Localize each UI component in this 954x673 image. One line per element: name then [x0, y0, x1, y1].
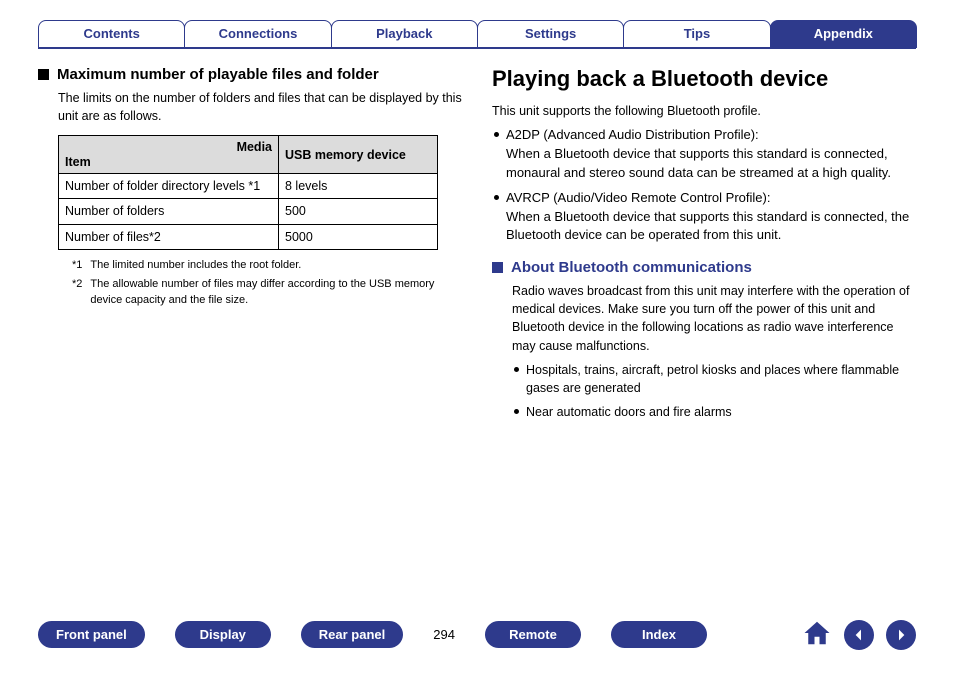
footnotes: *1 The limited number includes the root …: [58, 258, 462, 309]
footnote-text: The allowable number of files may differ…: [90, 277, 462, 309]
row-item: Number of files*2: [59, 224, 279, 249]
square-bullet-icon: [492, 262, 503, 273]
table-row: Number of folders 500: [59, 199, 438, 224]
page-number: 294: [433, 627, 455, 642]
profile-desc: When a Bluetooth device that supports th…: [506, 146, 891, 180]
index-button[interactable]: Index: [611, 621, 707, 648]
spec-table: Media Item USB memory device Number of f…: [58, 135, 438, 249]
tab-connections[interactable]: Connections: [184, 20, 331, 48]
list-item: AVRCP (Audio/Video Remote Control Profil…: [492, 189, 916, 246]
profile-desc: When a Bluetooth device that supports th…: [506, 209, 909, 243]
page-title: Playing back a Bluetooth device: [492, 66, 916, 92]
next-page-icon[interactable]: [886, 620, 916, 650]
nav-icons: [802, 618, 916, 651]
front-panel-button[interactable]: Front panel: [38, 621, 145, 648]
profile-name: AVRCP (Audio/Video Remote Control Profil…: [506, 190, 770, 205]
list-item: Hospitals, trains, aircraft, petrol kios…: [512, 361, 916, 397]
footnote-text: The limited number includes the root fol…: [90, 258, 301, 274]
prev-page-icon[interactable]: [844, 620, 874, 650]
sub-list: Hospitals, trains, aircraft, petrol kios…: [512, 361, 916, 421]
table-row: Number of files*2 5000: [59, 224, 438, 249]
row-value: 8 levels: [279, 174, 438, 199]
right-column: Playing back a Bluetooth device This uni…: [492, 66, 916, 427]
sub-heading-text: About Bluetooth communications: [511, 259, 752, 276]
sub-heading: About Bluetooth communications: [492, 259, 916, 276]
square-bullet-icon: [38, 69, 49, 80]
row-item: Number of folder directory levels *1: [59, 174, 279, 199]
table-row: Number of folder directory levels *1 8 l…: [59, 174, 438, 199]
left-column: Maximum number of playable files and fol…: [38, 66, 462, 427]
section-body: The limits on the number of folders and …: [38, 89, 462, 308]
intro-text: The limits on the number of folders and …: [58, 89, 462, 125]
row-value: 5000: [279, 224, 438, 249]
display-button[interactable]: Display: [175, 621, 271, 648]
home-icon[interactable]: [802, 618, 832, 651]
item-label: Item: [65, 153, 91, 171]
tab-tips[interactable]: Tips: [623, 20, 770, 48]
footer: Front panel Display Rear panel 294 Remot…: [0, 618, 954, 651]
sub-intro: Radio waves broadcast from this unit may…: [512, 282, 916, 355]
list-item: Near automatic doors and fire alarms: [512, 403, 916, 421]
table-corner-cell: Media Item: [59, 136, 279, 174]
row-item: Number of folders: [59, 199, 279, 224]
section-title-max-files: Maximum number of playable files and fol…: [38, 66, 462, 83]
tab-playback[interactable]: Playback: [331, 20, 478, 48]
profile-name: A2DP (Advanced Audio Distribution Profil…: [506, 127, 759, 142]
footnote-mark: *1: [72, 258, 82, 274]
footnote: *1 The limited number includes the root …: [72, 258, 462, 274]
top-tabs: Contents Connections Playback Settings T…: [38, 20, 916, 48]
intro-text: This unit supports the following Bluetoo…: [492, 102, 916, 120]
footnote-mark: *2: [72, 277, 82, 309]
heading-text: Maximum number of playable files and fol…: [57, 66, 379, 83]
remote-button[interactable]: Remote: [485, 621, 581, 648]
col-header-usb: USB memory device: [279, 136, 438, 174]
list-item: A2DP (Advanced Audio Distribution Profil…: [492, 126, 916, 183]
rear-panel-button[interactable]: Rear panel: [301, 621, 403, 648]
profile-list: A2DP (Advanced Audio Distribution Profil…: [492, 126, 916, 245]
tab-contents[interactable]: Contents: [38, 20, 185, 48]
sub-body: Radio waves broadcast from this unit may…: [492, 282, 916, 421]
row-value: 500: [279, 199, 438, 224]
tab-appendix[interactable]: Appendix: [770, 20, 917, 48]
footnote: *2 The allowable number of files may dif…: [72, 277, 462, 309]
tab-settings[interactable]: Settings: [477, 20, 624, 48]
media-label: Media: [237, 138, 272, 156]
